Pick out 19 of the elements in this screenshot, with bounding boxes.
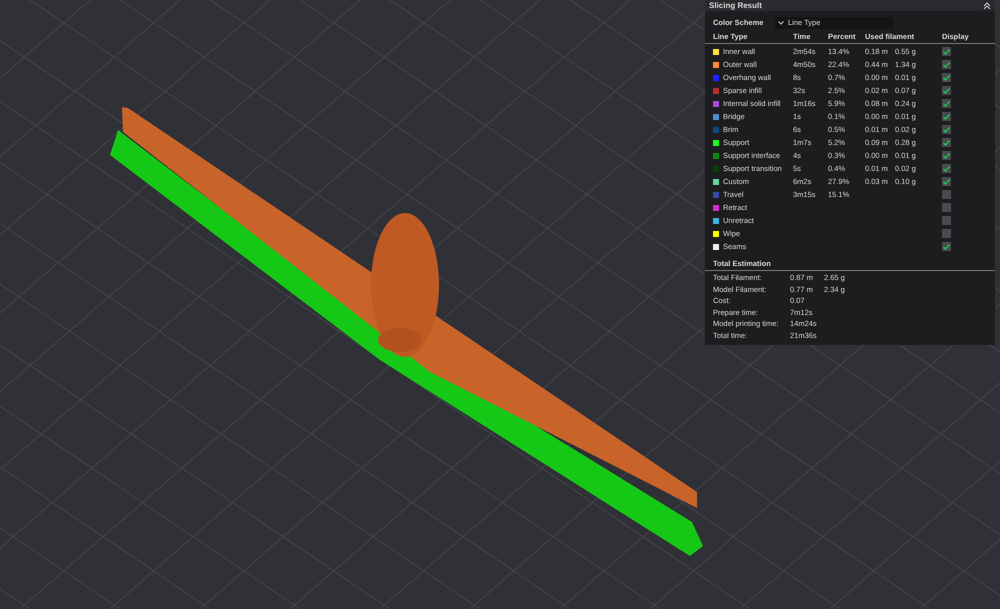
display-checkbox[interactable] (942, 60, 951, 69)
display-checkbox[interactable] (942, 216, 951, 225)
display-checkbox[interactable] (942, 164, 951, 173)
display-checkbox[interactable] (942, 47, 951, 56)
panel-title: Slicing Result (709, 0, 762, 11)
display-checkbox[interactable] (942, 73, 951, 82)
display-checkbox[interactable] (942, 99, 951, 108)
display-checkbox[interactable] (942, 242, 951, 251)
display-checkbox[interactable] (942, 190, 951, 199)
display-checkbox[interactable] (942, 151, 951, 160)
chevron-down-icon (778, 20, 784, 24)
display-checkbox[interactable] (942, 177, 951, 186)
display-checkbox[interactable] (942, 86, 951, 95)
display-checkbox[interactable] (942, 138, 951, 147)
display-checkbox[interactable] (942, 125, 951, 134)
collapse-icon[interactable] (983, 2, 991, 9)
display-checkbox[interactable] (942, 229, 951, 238)
display-checkbox[interactable] (942, 203, 951, 212)
display-checkbox[interactable] (942, 112, 951, 121)
